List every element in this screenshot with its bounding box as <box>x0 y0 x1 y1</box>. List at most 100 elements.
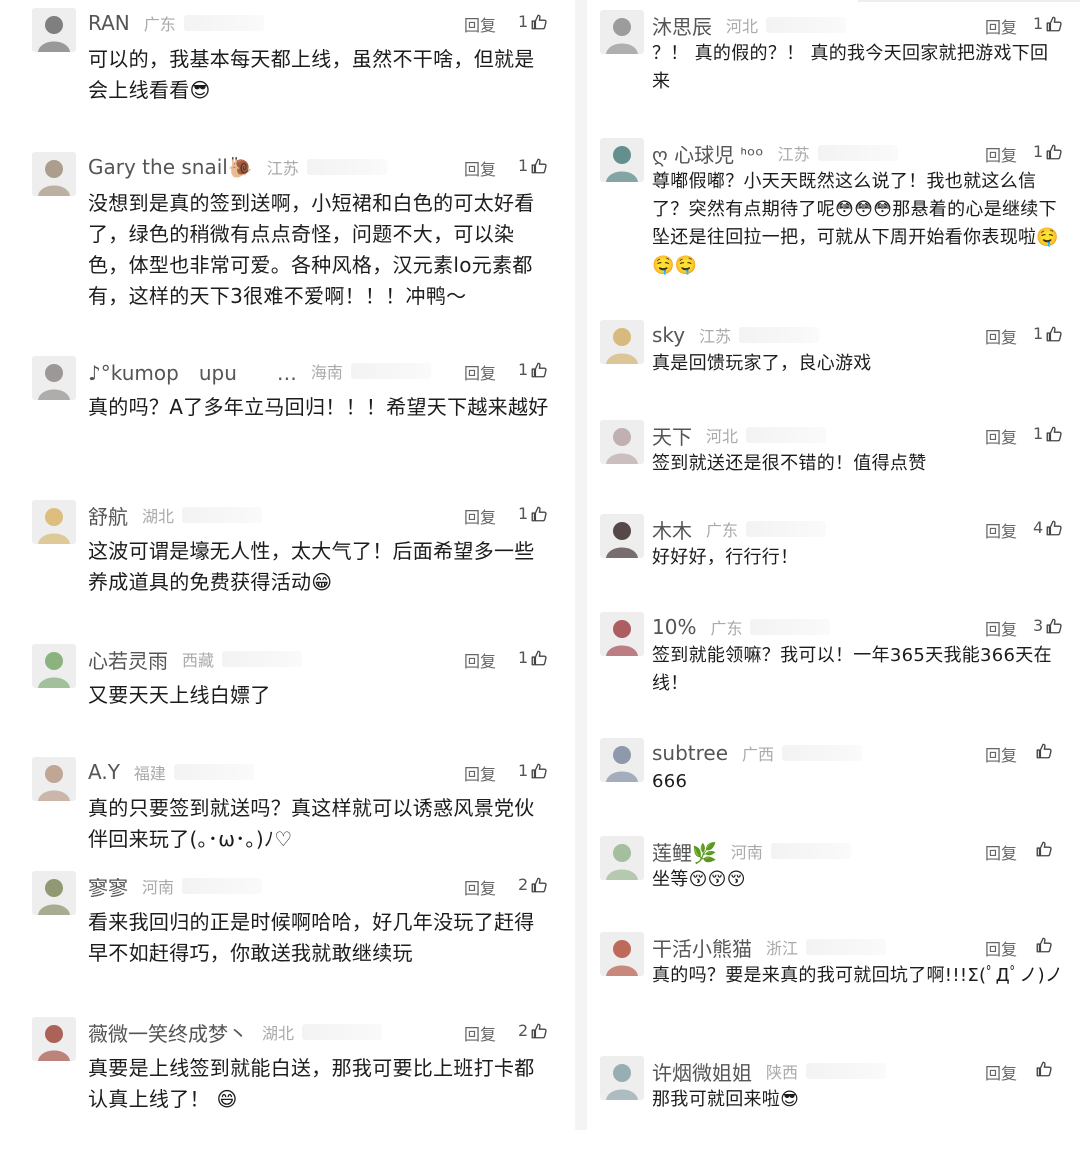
username[interactable]: 寥寥 <box>88 872 128 901</box>
username[interactable]: 天下 <box>652 421 692 450</box>
username[interactable]: 干活小熊猫 <box>652 933 752 962</box>
like-count: 1 <box>518 648 529 667</box>
avatar[interactable] <box>600 420 644 464</box>
like-button[interactable]: 1 <box>518 360 548 379</box>
reply-button[interactable]: 回复 <box>464 1021 496 1045</box>
reply-button[interactable]: 回复 <box>985 616 1017 640</box>
avatar[interactable] <box>32 152 76 196</box>
reply-button[interactable]: 回复 <box>464 12 496 36</box>
blurred-placeholder <box>183 15 264 31</box>
comment-item: ღ 心球児 ᑋᵒᵒ 江苏 回复 1 尊嘟假嘟？小天天既然这么说了！我也就这么信了… <box>585 138 1080 276</box>
like-button[interactable]: 2 <box>518 1021 548 1040</box>
region-label: 海南 <box>310 363 343 382</box>
avatar[interactable] <box>600 320 644 364</box>
like-button[interactable]: 1 <box>1033 324 1063 343</box>
comment-item: 心若灵雨 西藏 回复 1 又要天天上线白嫖了 <box>0 644 570 754</box>
username[interactable]: ♪°kumop upu … <box>88 357 297 386</box>
username[interactable]: 莲鲤🌿 <box>652 837 717 866</box>
like-button[interactable]: 1 <box>518 648 548 667</box>
username[interactable]: A.Y <box>88 760 120 784</box>
like-button[interactable]: 1 <box>1033 424 1063 443</box>
like-button[interactable]: 1 <box>518 761 548 780</box>
username[interactable]: 舒航 <box>88 501 128 530</box>
like-button[interactable]: 4 <box>1033 518 1063 537</box>
thumbs-up-icon <box>530 13 548 31</box>
reply-button[interactable]: 回复 <box>985 742 1017 766</box>
thumbs-up-icon <box>1045 519 1063 537</box>
username[interactable]: Gary the snail🐌 <box>88 155 253 179</box>
reply-button[interactable]: 回复 <box>464 156 496 180</box>
username[interactable]: sky <box>652 323 685 347</box>
avatar[interactable] <box>32 356 76 400</box>
thumbs-up-icon <box>530 361 548 379</box>
avatar[interactable] <box>32 757 76 801</box>
avatar[interactable] <box>32 8 76 52</box>
comment-item: 10% 广东 回复 3 签到就能领嘛？我可以！一年365天我能366天在线！ <box>585 612 1080 722</box>
reply-button[interactable]: 回复 <box>464 875 496 899</box>
avatar[interactable] <box>32 871 76 915</box>
like-button[interactable] <box>1033 840 1053 858</box>
reply-button[interactable]: 回复 <box>985 1060 1017 1084</box>
top-edge-line <box>858 0 1080 2</box>
comment-item: subtree 广西 回复 666 <box>585 738 1080 848</box>
comment-text: 真的吗？要是来真的我可就回坑了啊!!!Σ(ﾟДﾟノ)ノ <box>652 965 1064 986</box>
like-button[interactable] <box>1033 936 1053 954</box>
avatar[interactable] <box>32 1017 76 1061</box>
like-count: 1 <box>1033 14 1044 33</box>
region-label: 浙江 <box>766 939 799 958</box>
like-button[interactable] <box>1033 1060 1053 1078</box>
reply-button[interactable]: 回复 <box>464 761 496 785</box>
avatar[interactable] <box>600 738 644 782</box>
username[interactable]: RAN <box>88 11 130 35</box>
username[interactable]: 许烟微姐姐 <box>652 1057 752 1086</box>
avatar-image <box>32 1017 76 1061</box>
avatar[interactable] <box>600 10 644 54</box>
like-button[interactable]: 1 <box>518 12 548 31</box>
reply-button[interactable]: 回复 <box>985 936 1017 960</box>
avatar[interactable] <box>600 932 644 976</box>
comment-header: 薇微一笑终成梦丶 湖北 <box>88 1017 570 1047</box>
thumbs-up-icon <box>1045 15 1063 33</box>
comment-text: 尊嘟假嘟？小天天既然这么说了！我也就这么信了？突然有点期待了呢😳😳😳那悬着的心是… <box>652 171 1060 276</box>
comment-text: 看来我回归的正是时候啊哈哈，好几年没玩了赶得早不如赶得巧，你敢送我就敢继续玩 <box>88 910 535 965</box>
reply-button[interactable]: 回复 <box>464 648 496 672</box>
avatar[interactable] <box>32 500 76 544</box>
reply-button[interactable]: 回复 <box>985 840 1017 864</box>
reply-button[interactable]: 回复 <box>985 518 1017 542</box>
reply-button[interactable]: 回复 <box>985 324 1017 348</box>
reply-button[interactable]: 回复 <box>985 142 1017 166</box>
avatar[interactable] <box>600 836 644 880</box>
username[interactable]: 薇微一笑终成梦丶 <box>88 1018 248 1047</box>
username[interactable]: 心若灵雨 <box>88 645 168 674</box>
region-label: 广东 <box>710 619 743 638</box>
comment-item: 薇微一笑终成梦丶 湖北 回复 2 真要是上线签到就能白送，那我可要比上班打卡都认… <box>0 1017 570 1127</box>
username[interactable]: ღ 心球児 ᑋᵒᵒ <box>652 139 764 168</box>
like-button[interactable]: 2 <box>518 875 548 894</box>
region-label: 西藏 <box>182 651 215 670</box>
like-button[interactable]: 1 <box>518 504 548 523</box>
reply-button[interactable]: 回复 <box>985 14 1017 38</box>
username[interactable]: 木木 <box>652 515 692 544</box>
avatar[interactable] <box>600 612 644 656</box>
comment-item: 寥寥 河南 回复 2 看来我回归的正是时候啊哈哈，好几年没玩了赶得早不如赶得巧，… <box>0 871 570 981</box>
avatar[interactable] <box>32 644 76 688</box>
like-button[interactable]: 3 <box>1033 616 1063 635</box>
username[interactable]: 沐思辰 <box>652 11 712 40</box>
avatar-image <box>32 500 76 544</box>
username[interactable]: 10% <box>652 615 696 639</box>
username[interactable]: subtree <box>652 741 728 765</box>
like-button[interactable]: 1 <box>1033 142 1063 161</box>
avatar[interactable] <box>600 138 644 182</box>
like-button[interactable]: 1 <box>1033 14 1063 33</box>
reply-button[interactable]: 回复 <box>464 360 496 384</box>
reply-button[interactable]: 回复 <box>985 424 1017 448</box>
reply-button[interactable]: 回复 <box>464 504 496 528</box>
region-label: 江苏 <box>266 159 299 178</box>
avatar[interactable] <box>600 514 644 558</box>
like-button[interactable]: 1 <box>518 156 548 175</box>
region-label: 广东 <box>143 15 176 34</box>
region-label: 广西 <box>742 745 775 764</box>
like-button[interactable] <box>1033 742 1053 760</box>
thumbs-up-icon <box>530 649 548 667</box>
avatar[interactable] <box>600 1056 644 1100</box>
